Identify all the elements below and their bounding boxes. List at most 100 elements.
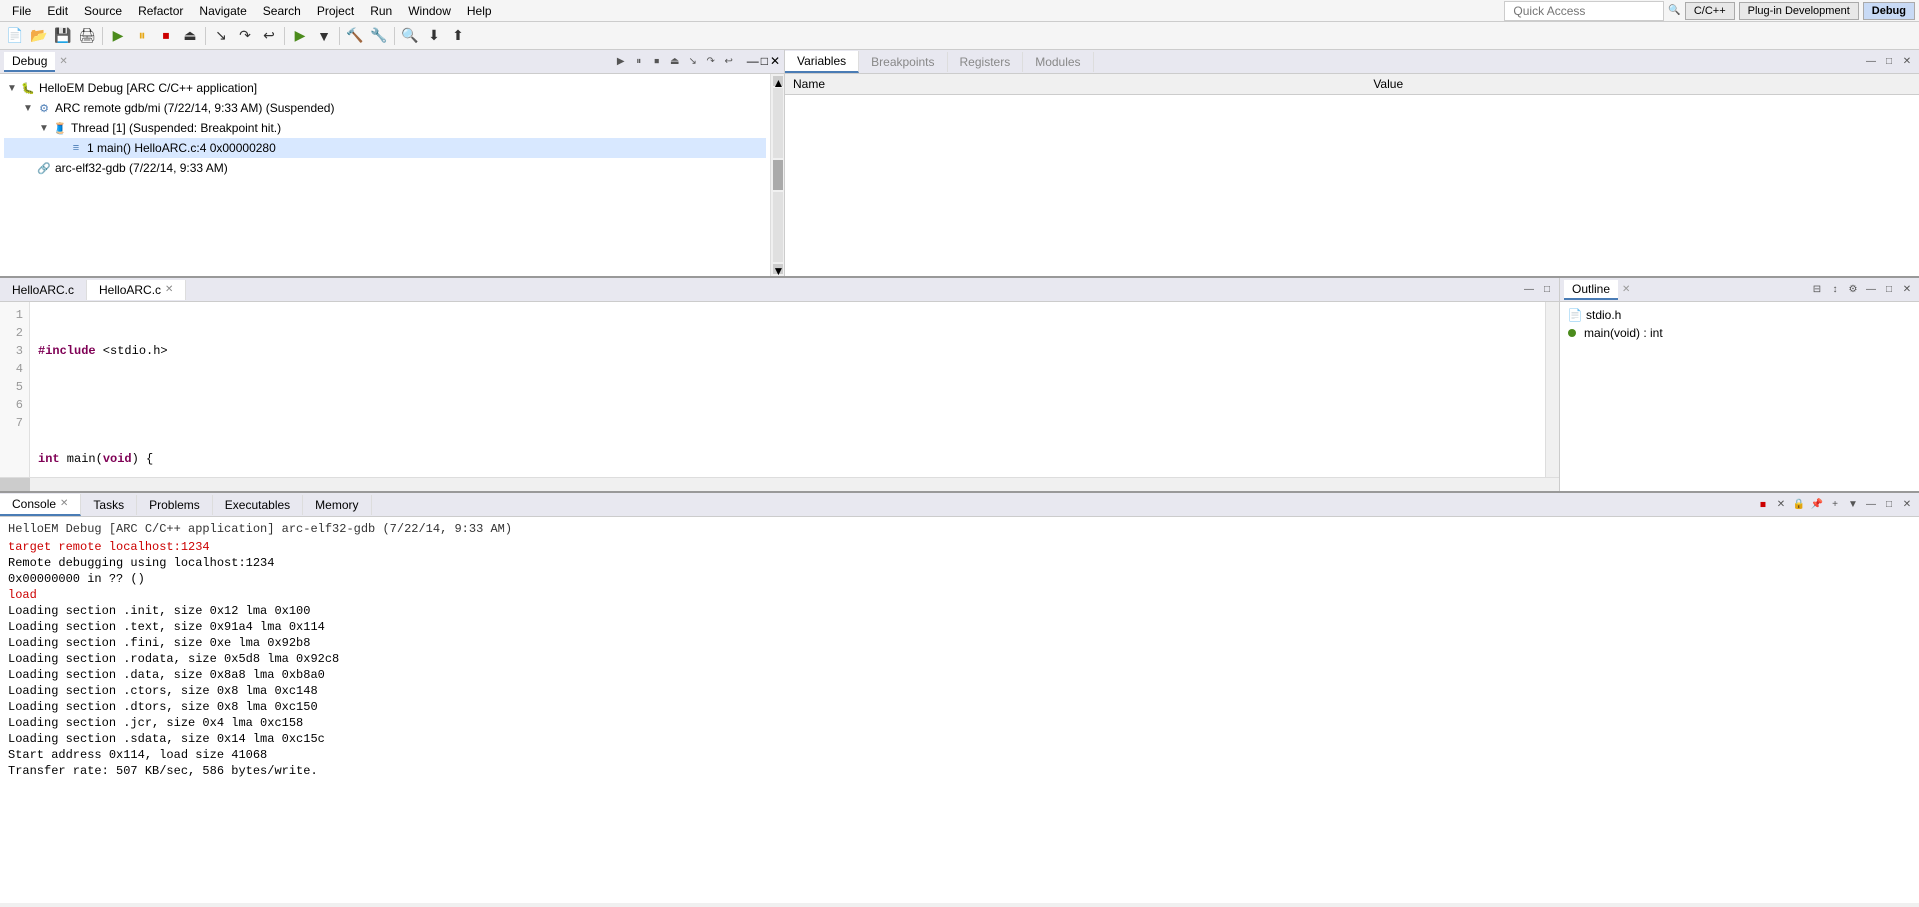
debug-tab[interactable]: Debug: [4, 52, 55, 72]
console-tab-problems[interactable]: Problems: [137, 495, 213, 515]
quick-access-input[interactable]: [1504, 1, 1664, 21]
outline-item-stdio[interactable]: 📄 stdio.h: [1564, 306, 1915, 324]
console-clear-btn[interactable]: ✕: [1773, 497, 1789, 513]
var-minimize[interactable]: □: [1881, 54, 1897, 70]
toolbar-build[interactable]: 🔨: [344, 25, 366, 47]
console-new-console[interactable]: +: [1827, 497, 1843, 513]
outline-sort[interactable]: ↕: [1827, 282, 1843, 298]
toolbar-debug-resume[interactable]: ▶: [107, 25, 129, 47]
toolbar-debug-suspend[interactable]: ⏸: [131, 25, 153, 47]
toggle-1[interactable]: ▼: [20, 100, 36, 116]
tab-breakpoints[interactable]: Breakpoints: [859, 52, 947, 72]
debug-maximize-btn[interactable]: □: [761, 54, 768, 70]
code-area[interactable]: #include <stdio.h> int main(void) { prin…: [30, 302, 1545, 477]
menu-edit[interactable]: Edit: [39, 2, 76, 20]
editor-minimize[interactable]: —: [1521, 282, 1537, 298]
tree-item-gdb[interactable]: ▶ 🔗 arc-elf32-gdb (7/22/14, 9:33 AM): [4, 158, 766, 178]
debug-suspend-btn[interactable]: ⏸: [631, 54, 647, 70]
console-tab-memory[interactable]: Memory: [303, 495, 371, 515]
debug-close-btn[interactable]: ✕: [770, 54, 780, 70]
perspective-cpp[interactable]: C/C++: [1685, 2, 1735, 20]
outline-tab[interactable]: Outline: [1564, 280, 1618, 300]
tree-item-frame[interactable]: ▶ ≡ 1 main() HelloARC.c:4 0x00000280: [4, 138, 766, 158]
toggle-2[interactable]: ▼: [36, 120, 52, 136]
toolbar-step-into[interactable]: ↘: [210, 25, 232, 47]
scroll-up-btn[interactable]: ▲: [773, 76, 783, 86]
console-close[interactable]: ✕: [1899, 497, 1915, 513]
console-line-10: Loading section .dtors, size 0x8 lma 0xc…: [8, 699, 1911, 715]
menu-navigate[interactable]: Navigate: [191, 2, 254, 20]
tree-item-process[interactable]: ▼ ⚙ ARC remote gdb/mi (7/22/14, 9:33 AM)…: [4, 98, 766, 118]
toolbar-print[interactable]: 🖨: [76, 25, 98, 47]
toolbar-open[interactable]: 📂: [28, 25, 50, 47]
console-line-0: target remote localhost:1234: [8, 539, 1911, 555]
tab-modules[interactable]: Modules: [1023, 52, 1093, 72]
outline-collapse[interactable]: ⊟: [1809, 282, 1825, 298]
tab-registers[interactable]: Registers: [948, 52, 1024, 72]
outline-item-main[interactable]: main(void) : int: [1564, 324, 1915, 342]
scroll-thumb[interactable]: [773, 160, 783, 190]
var-close[interactable]: ✕: [1899, 54, 1915, 70]
toolbar-prev-annotation[interactable]: ⬆: [447, 25, 469, 47]
debug-minimize-btn[interactable]: —: [747, 54, 759, 70]
menu-source[interactable]: Source: [76, 2, 130, 20]
tab-variables[interactable]: Variables: [785, 51, 859, 73]
toolbar-debug-stop[interactable]: ⏹: [155, 25, 177, 47]
tree-item-debug-session[interactable]: ▼ 🐛 HelloEM Debug [ARC C/C++ application…: [4, 78, 766, 98]
toolbar-save[interactable]: 💾: [52, 25, 74, 47]
toggle-0[interactable]: ▼: [4, 80, 20, 96]
debug-disconnect-btn[interactable]: ⏏: [667, 54, 683, 70]
menu-file[interactable]: File: [4, 2, 39, 20]
console-line-12: Loading section .sdata, size 0x14 lma 0x…: [8, 731, 1911, 747]
toolbar-new[interactable]: 📄: [4, 25, 26, 47]
toolbar-run-last[interactable]: ▼: [313, 25, 335, 47]
editor-tab-2[interactable]: HelloARC.c ✕: [87, 280, 186, 300]
menu-search[interactable]: Search: [255, 2, 309, 20]
console-tab-executables[interactable]: Executables: [213, 495, 303, 515]
outline-maximize[interactable]: □: [1881, 282, 1897, 298]
debug-step-over-btn[interactable]: ↷: [703, 54, 719, 70]
editor-maximize[interactable]: □: [1539, 282, 1555, 298]
tree-item-thread[interactable]: ▼ 🧵 Thread [1] (Suspended: Breakpoint hi…: [4, 118, 766, 138]
editor-tab-2-close[interactable]: ✕: [165, 284, 173, 295]
console-pin[interactable]: 📌: [1809, 497, 1825, 513]
editor-tab-1[interactable]: HelloARC.c: [0, 280, 87, 300]
console-tab-console[interactable]: Console ✕: [0, 494, 81, 516]
outline-minimize[interactable]: —: [1863, 282, 1879, 298]
console-minimize[interactable]: —: [1863, 497, 1879, 513]
toolbar-run[interactable]: ▶: [289, 25, 311, 47]
console-display-options[interactable]: ▼: [1845, 497, 1861, 513]
menu-project[interactable]: Project: [309, 2, 362, 20]
console-output[interactable]: HelloEM Debug [ARC C/C++ application] ar…: [0, 517, 1919, 903]
debug-scrollbar[interactable]: ▲ ▼: [770, 74, 784, 276]
debug-stop-btn[interactable]: ⏹: [649, 54, 665, 70]
col-name: Name: [785, 74, 1365, 95]
menu-run[interactable]: Run: [362, 2, 400, 20]
toolbar-debug-disconnect[interactable]: ⏏: [179, 25, 201, 47]
toolbar-step-return[interactable]: ↩: [258, 25, 280, 47]
console-scroll-lock[interactable]: 🔒: [1791, 497, 1807, 513]
debug-step-return-btn[interactable]: ↩: [721, 54, 737, 70]
outline-filter[interactable]: ⚙: [1845, 282, 1861, 298]
debug-step-into-btn[interactable]: ↘: [685, 54, 701, 70]
toolbar-next-annotation[interactable]: ⬇: [423, 25, 445, 47]
console-stop-btn[interactable]: ⏹: [1755, 497, 1771, 513]
perspective-debug[interactable]: Debug: [1863, 2, 1915, 20]
editor-scrollbar-v[interactable]: [1545, 302, 1559, 477]
toolbar-search[interactable]: 🔍: [399, 25, 421, 47]
debug-resume-btn[interactable]: ▶: [613, 54, 629, 70]
menu-help[interactable]: Help: [459, 2, 500, 20]
menu-refactor[interactable]: Refactor: [130, 2, 191, 20]
console-tab-close[interactable]: ✕: [60, 498, 68, 509]
h-scroll-thumb[interactable]: [0, 478, 30, 491]
scroll-down-btn[interactable]: ▼: [773, 264, 783, 274]
console-maximize[interactable]: □: [1881, 497, 1897, 513]
editor-scrollbar-h[interactable]: [0, 477, 1559, 491]
perspective-plugin[interactable]: Plug-in Development: [1739, 2, 1859, 20]
toolbar-step-over[interactable]: ↷: [234, 25, 256, 47]
toolbar-build-all[interactable]: 🔧: [368, 25, 390, 47]
outline-close[interactable]: ✕: [1899, 282, 1915, 298]
console-tab-tasks[interactable]: Tasks: [81, 495, 137, 515]
var-collapse-all[interactable]: —: [1863, 54, 1879, 70]
menu-window[interactable]: Window: [400, 2, 459, 20]
